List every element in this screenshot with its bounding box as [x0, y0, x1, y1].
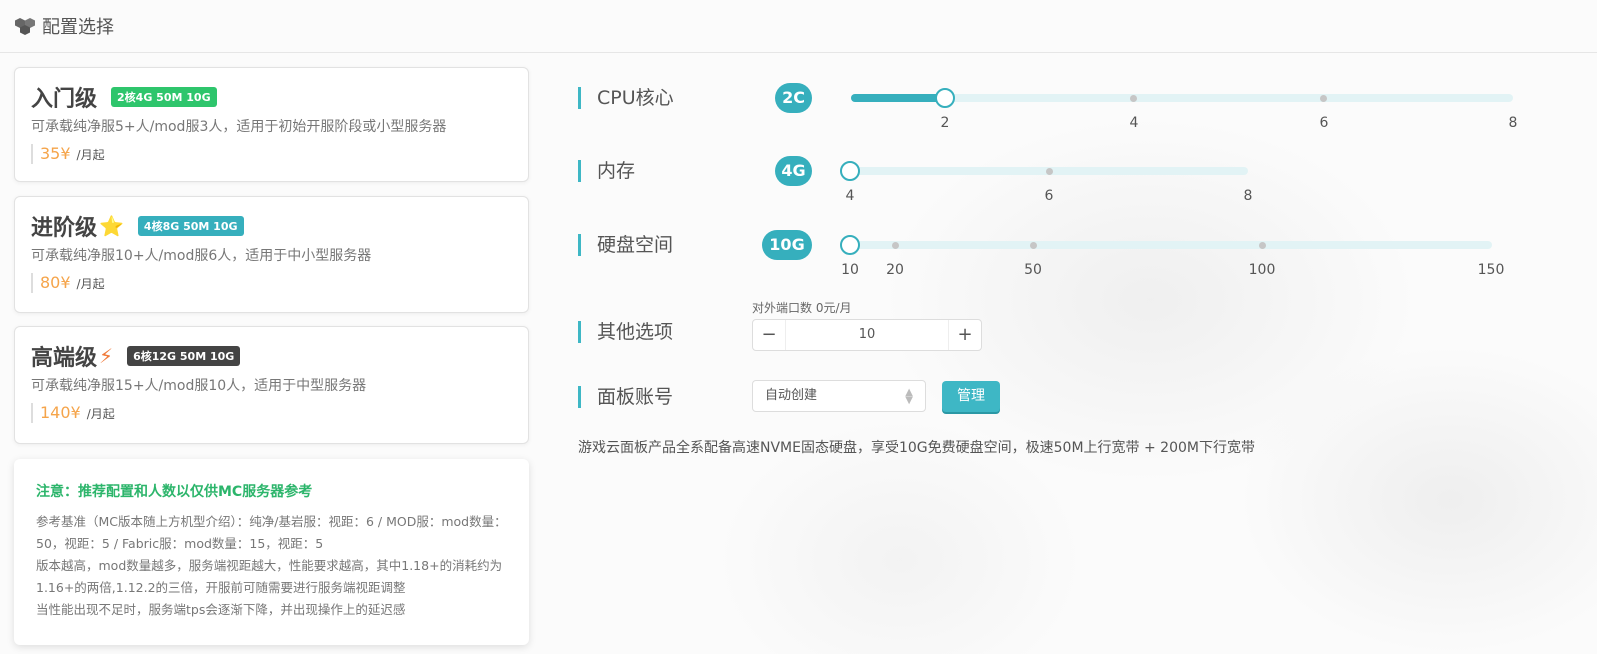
increment-button[interactable]: + [949, 320, 981, 350]
plan-description: 可承载纯净服15+人/mod服10人，适用于中型服务器 [31, 378, 367, 394]
disk-tick-label[interactable]: 100 [1249, 262, 1276, 278]
cpu-tick-label[interactable]: 6 [1320, 115, 1329, 131]
memory-tick-label[interactable]: 8 [1244, 188, 1253, 204]
cpu-step-dot[interactable] [1130, 94, 1137, 102]
cpu-step-dot[interactable] [1320, 94, 1327, 102]
disk-tick-label[interactable]: 20 [886, 262, 904, 278]
plan-price: 80¥ [40, 273, 71, 292]
memory-slider-handle[interactable] [840, 161, 860, 181]
plan-price: 35¥ [40, 144, 71, 163]
disk-step-dot[interactable] [1259, 241, 1266, 249]
disk-tick-label[interactable]: 50 [1024, 262, 1042, 278]
disk-tick-label[interactable]: 10 [841, 262, 859, 278]
panel-account-select[interactable]: 自动创建 ▲ ▼ [752, 380, 926, 412]
panel-account-label: 面板账号 [578, 386, 673, 408]
manage-button[interactable]: 管理 [942, 381, 1000, 412]
plan-price: 140¥ [40, 403, 81, 422]
sort-arrows-icon: ▲ ▼ [905, 387, 913, 406]
select-value: 自动创建 [765, 388, 818, 403]
port-count-stepper: − 10 + [752, 319, 982, 351]
price-row: 35¥ /月起 [31, 144, 512, 164]
memory-step-dot[interactable] [1046, 167, 1053, 175]
storage-info-text: 游戏云面板产品全系配备高速NVME固态硬盘，享受10G免费硬盘空间，极速50M上… [578, 440, 1255, 456]
plan-name: 高端级 [31, 346, 98, 371]
plan-card-advanced[interactable]: 进阶级 ⭐ 4核8G 50M 10G 可承载纯净服10+人/mod服6人，适用于… [14, 196, 529, 313]
disk-slider-handle[interactable] [840, 235, 860, 255]
spec-badge: 6核12G 50M 10G [127, 346, 241, 366]
cpu-tick-label[interactable]: 8 [1509, 115, 1518, 131]
disk-tick-label[interactable]: 150 [1478, 262, 1505, 278]
note-title: 注意：推荐配置和人数以仅供MC服务器参考 [36, 484, 313, 500]
note-line: 版本越高，mod数量越多，服务端视距越大，性能要求越高，其中1.18+的消耗约为… [36, 558, 503, 595]
price-unit: /月起 [76, 148, 105, 162]
memory-tick-label[interactable]: 6 [1045, 188, 1054, 204]
price-unit: /月起 [76, 277, 105, 291]
port-caption: 对外端口数 0元/月 [752, 301, 852, 315]
memory-value-pill: 4G [775, 156, 812, 186]
plan-name: 入门级 [31, 87, 98, 112]
spec-badge: 2核4G 50M 10G [111, 87, 217, 107]
port-count-input[interactable]: 10 [785, 320, 949, 350]
price-row: 80¥ /月起 [31, 273, 512, 293]
lightning-icon: ⚡ [99, 344, 114, 368]
cpu-slider-fill [851, 94, 945, 102]
plan-card-high[interactable]: 高端级 ⚡ 6核12G 50M 10G 可承载纯净服15+人/mod服10人，适… [14, 326, 529, 444]
note-line: 参考基准（MC版本随上方机型介绍）：纯净/基岩服：视距：6 / MOD服：mod… [36, 514, 507, 551]
plan-name: 进阶级 [31, 216, 98, 241]
disk-step-dot[interactable] [892, 241, 899, 249]
cpu-tick-label[interactable]: 2 [941, 115, 950, 131]
disk-label: 硬盘空间 [578, 234, 673, 256]
memory-label: 内存 [578, 160, 635, 182]
cubes-icon [15, 18, 35, 35]
star-icon: ⭐ [99, 214, 124, 238]
price-row: 140¥ /月起 [31, 403, 512, 423]
plan-description: 可承载纯净服5+人/mod服3人，适用于初始开服阶段或小型服务器 [31, 119, 447, 135]
disk-step-dot[interactable] [1030, 241, 1037, 249]
page-header: 配置选择 [0, 0, 1597, 53]
disk-slider-track[interactable] [851, 241, 1492, 249]
page-title: 配置选择 [42, 17, 114, 38]
spec-badge: 4核8G 50M 10G [137, 216, 244, 236]
plan-description: 可承载纯净服10+人/mod服6人，适用于中小型服务器 [31, 248, 372, 264]
note-card: 注意：推荐配置和人数以仅供MC服务器参考 参考基准（MC版本随上方机型介绍）：纯… [14, 459, 529, 645]
cpu-slider-handle[interactable] [935, 88, 955, 108]
disk-value-pill: 10G [762, 230, 812, 260]
cpu-value-pill: 2C [775, 83, 812, 113]
plan-card-entry[interactable]: 入门级 2核4G 50M 10G 可承载纯净服5+人/mod服3人，适用于初始开… [14, 67, 529, 182]
other-options-label: 其他选项 [578, 321, 673, 343]
cpu-tick-label[interactable]: 4 [1130, 115, 1139, 131]
decrement-button[interactable]: − [753, 320, 785, 350]
memory-tick-label[interactable]: 4 [846, 188, 855, 204]
cpu-label: CPU核心 [578, 87, 674, 109]
price-unit: /月起 [86, 407, 115, 421]
note-line: 当性能出现不足时，服务端tps会逐渐下降，并出现操作上的延迟感 [36, 602, 406, 617]
